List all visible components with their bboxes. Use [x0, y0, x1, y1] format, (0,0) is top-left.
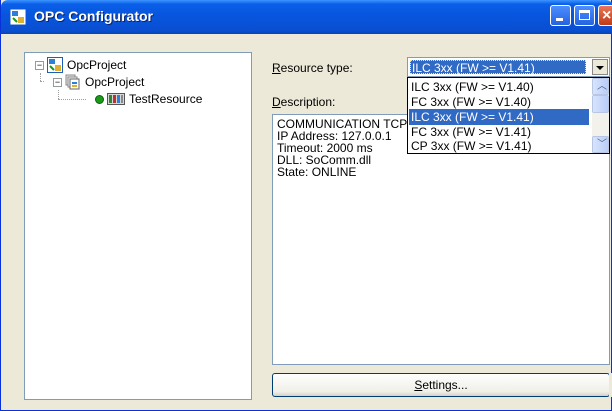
resource-type-selected-value[interactable]: ILC 3xx (FW >= V1.41) [410, 60, 586, 75]
app-icon [10, 9, 26, 25]
window-title: OPC Configurator [34, 8, 153, 24]
close-icon: × [602, 7, 612, 24]
tree-item-opcproject-root[interactable]: − OpcProject [25, 57, 251, 73]
tree-item-testresource[interactable]: TestResource [25, 91, 251, 107]
folder-stack-icon [65, 74, 80, 90]
resource-type-select[interactable]: ILC 3xx (FW >= V1.41) [407, 57, 610, 77]
dropdown-option[interactable]: ILC 3xx (FW >= V1.40) [409, 79, 589, 95]
project-tree[interactable]: − OpcProject − OpcProject TestResource [24, 52, 252, 400]
minimize-icon [556, 18, 563, 21]
tree-item-label: OpcProject [67, 58, 127, 72]
collapse-icon[interactable]: − [35, 61, 44, 70]
description-label: Description: [272, 95, 336, 109]
online-status-icon [95, 95, 104, 104]
tree-item-label: OpcProject [85, 75, 145, 89]
dropdown-button[interactable] [592, 59, 608, 75]
title-bar[interactable]: OPC Configurator × [1, 0, 612, 34]
resource-type-label: Resource type: [272, 61, 353, 75]
resource-icon [107, 93, 125, 105]
chevron-down-icon [596, 66, 604, 70]
collapse-icon[interactable]: − [53, 78, 62, 87]
tree-item-opcproject-child[interactable]: − OpcProject [25, 74, 251, 90]
chevron-up-icon: ︿ [597, 81, 607, 92]
tree-item-label: TestResource [129, 92, 203, 106]
dropdown-option[interactable]: FC 3xx (FW >= V1.40) [409, 94, 589, 110]
maximize-button[interactable] [574, 5, 595, 26]
settings-button[interactable]: Settings... [272, 373, 610, 397]
minimize-button[interactable] [550, 5, 571, 26]
dropdown-scrollbar[interactable]: ︿ ﹀ [592, 78, 609, 153]
scroll-thumb[interactable] [592, 95, 609, 113]
description-line: State: ONLINE [277, 165, 357, 179]
dropdown-option[interactable]: CP 3xx (FW >= V1.41) [409, 138, 589, 153]
project-icon [47, 57, 63, 73]
chevron-down-icon: ﹀ [597, 139, 607, 150]
scroll-down-button[interactable]: ﹀ [592, 136, 609, 153]
scroll-up-button[interactable]: ︿ [592, 78, 609, 95]
opc-configurator-window: OPC Configurator × − OpcProject − OpcPro… [0, 0, 612, 411]
dropdown-option-selected[interactable]: ILC 3xx (FW >= V1.41) [409, 109, 589, 125]
close-button[interactable]: × [598, 5, 612, 26]
resource-type-dropdown-list[interactable]: ILC 3xx (FW >= V1.40) FC 3xx (FW >= V1.4… [407, 77, 610, 154]
maximize-icon [579, 10, 590, 20]
